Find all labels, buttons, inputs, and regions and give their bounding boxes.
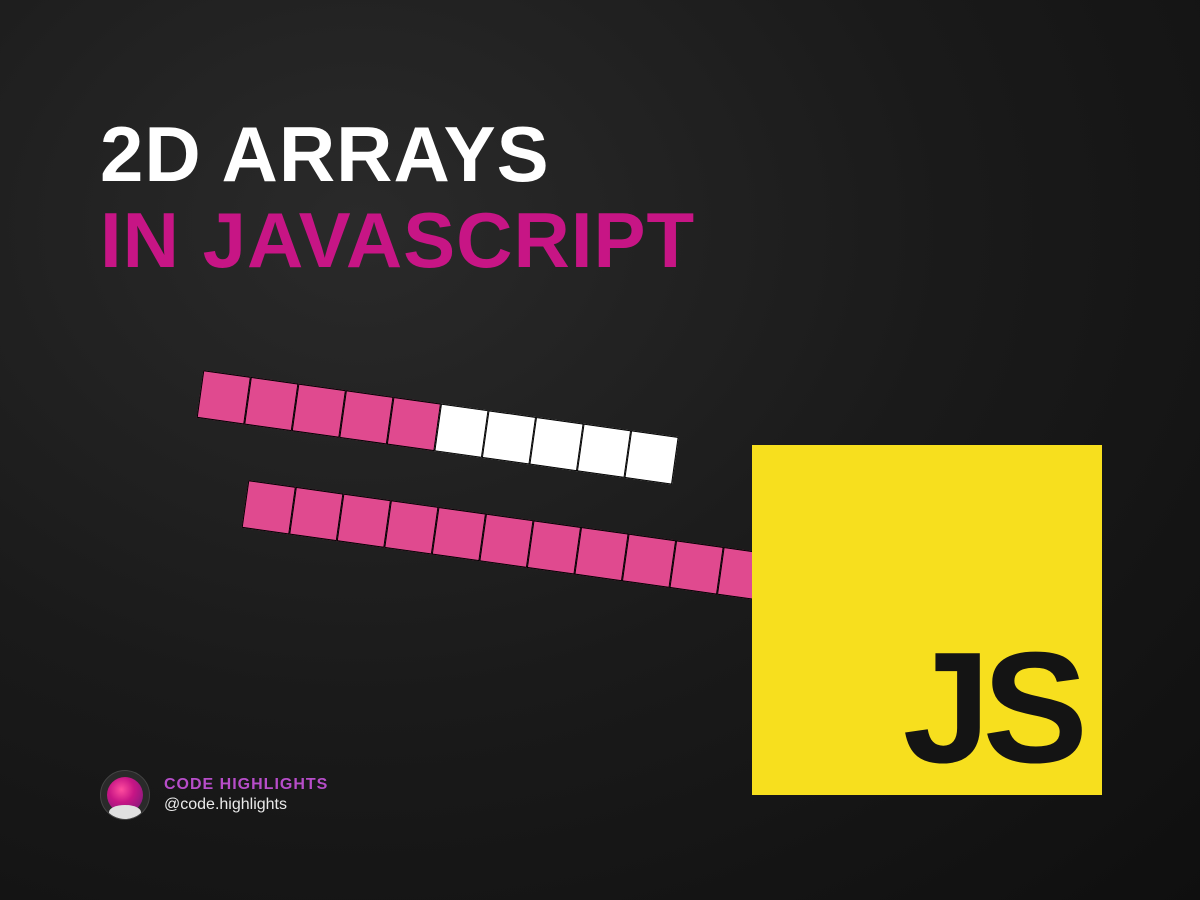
array-cell xyxy=(387,397,441,451)
array-cell xyxy=(529,417,583,471)
array-cell xyxy=(384,500,438,554)
array-cell xyxy=(432,507,486,561)
array-cell xyxy=(624,430,678,484)
array-cell xyxy=(339,390,393,444)
title-line-1: 2D ARRAYS xyxy=(100,115,695,193)
array-cell xyxy=(434,404,488,458)
footer: CODE HIGHLIGHTS @code.highlights xyxy=(100,770,328,820)
array-cell xyxy=(242,480,296,534)
footer-text: CODE HIGHLIGHTS @code.highlights xyxy=(164,776,328,814)
title-line-2: IN JAVASCRIPT xyxy=(100,201,695,279)
title-block: 2D ARRAYS IN JAVASCRIPT xyxy=(100,115,695,279)
array-cell xyxy=(622,534,676,588)
array-cell xyxy=(337,494,391,548)
js-logo: JS xyxy=(752,445,1102,795)
avatar-icon xyxy=(107,777,143,813)
array-cell xyxy=(527,520,581,574)
array-cell xyxy=(669,540,723,594)
array-bar-1 xyxy=(197,370,679,484)
brand-handle: @code.highlights xyxy=(164,796,328,814)
js-logo-text: JS xyxy=(903,633,1080,783)
array-cell xyxy=(577,424,631,478)
array-cell xyxy=(292,384,346,438)
array-cell xyxy=(244,377,298,431)
avatar xyxy=(100,770,150,820)
array-cell xyxy=(482,410,536,464)
array-cell xyxy=(479,514,533,568)
array-cell xyxy=(574,527,628,581)
brand-name: CODE HIGHLIGHTS xyxy=(164,776,328,794)
array-bar-2 xyxy=(242,480,772,601)
array-cell xyxy=(289,487,343,541)
array-cell xyxy=(197,370,251,424)
